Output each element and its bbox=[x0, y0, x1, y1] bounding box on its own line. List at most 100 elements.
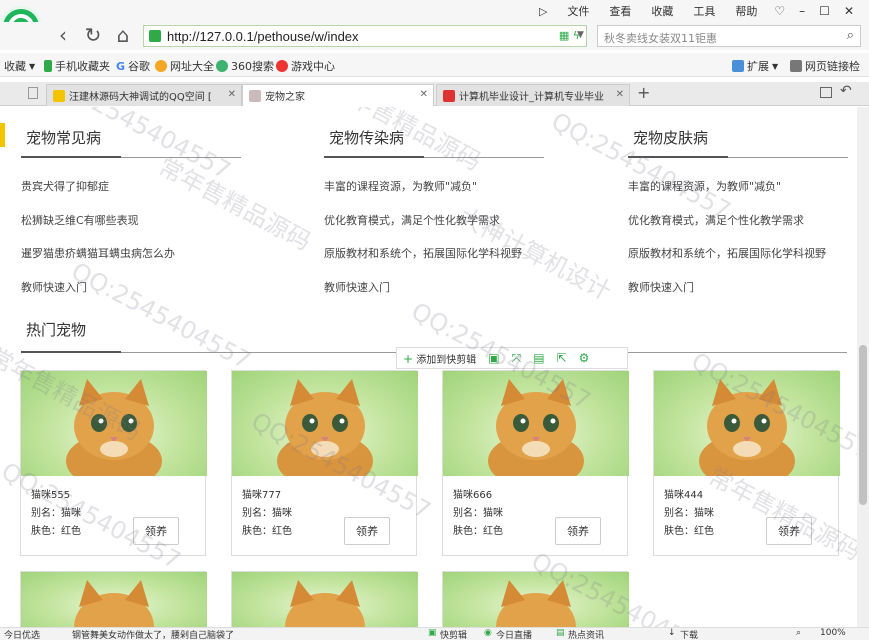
address-text: http://127.0.0.1/pethouse/w/index bbox=[167, 28, 359, 44]
pet-image bbox=[443, 572, 629, 627]
pet-info: 猫咪777 别名：猫咪 肤色：红色 bbox=[242, 487, 292, 541]
kitten-image-icon bbox=[488, 379, 584, 476]
hot-pets-title: 热门宠物 bbox=[26, 321, 87, 339]
section-common-diseases: 宠物常见病 贵宾犬得了抑郁症 松狮缺乏维C有哪些表现 暹罗猫患疥螨猫耳螨虫病怎么… bbox=[21, 107, 241, 313]
pet-card: 猫咪555 别名：猫咪 肤色：红色 领养 bbox=[20, 370, 207, 556]
list-item[interactable]: 优化教育模式，满足个性化教学需求 bbox=[324, 212, 522, 246]
search-box[interactable]: 秋冬卖线女装双11钜惠 ⌕ bbox=[597, 25, 861, 47]
search-icon bbox=[216, 60, 228, 72]
maximize-icon[interactable]: ☐ bbox=[812, 4, 837, 18]
list-item[interactable]: 暹罗猫患疥螨猫耳螨虫病怎么办 bbox=[21, 245, 175, 279]
address-bar[interactable]: http://127.0.0.1/pethouse/w/index ▦ ϟ bbox=[143, 25, 587, 47]
close-tab-icon[interactable]: ✕ bbox=[228, 89, 236, 100]
tab-label: 计算机毕业设计_计算机专业毕业 bbox=[459, 92, 604, 103]
minimize-icon[interactable]: – bbox=[792, 4, 812, 18]
list-item[interactable]: 教师快速入门 bbox=[21, 279, 175, 313]
list-item[interactable]: 优化教育模式，满足个性化教学需求 bbox=[628, 212, 826, 246]
add-to-clip-button[interactable]: + 添加到快剪辑 bbox=[403, 351, 476, 366]
back-icon[interactable]: ‹ bbox=[52, 24, 74, 46]
list-item[interactable]: 原版教材和系统个，拓展国际化学科视野 bbox=[628, 245, 826, 279]
menu-tools[interactable]: 工具 bbox=[683, 3, 725, 19]
download-icon: ↓ bbox=[668, 628, 676, 638]
bookmark-games[interactable]: 游戏中心 bbox=[276, 58, 335, 74]
bookmark-mobile[interactable]: 手机收藏夹 bbox=[44, 58, 110, 74]
menu-view[interactable]: 查看 bbox=[599, 3, 641, 19]
pet-info: 猫咪444 别名：猫咪 肤色：红色 bbox=[664, 487, 714, 541]
search-placeholder: 秋冬卖线女装双11钜惠 bbox=[604, 32, 717, 45]
restore-tabs-icon[interactable] bbox=[820, 87, 832, 98]
bookmark-google[interactable]: G 谷歌 bbox=[116, 58, 150, 74]
scrollbar-thumb[interactable] bbox=[859, 345, 867, 505]
menu-help[interactable]: 帮助 bbox=[725, 3, 767, 19]
status-live[interactable]: 今日直播 bbox=[496, 628, 532, 640]
new-tab-button[interactable]: + bbox=[637, 83, 650, 102]
tab-computer-design[interactable]: 计算机毕业设计_计算机专业毕业 ✕ bbox=[436, 84, 630, 106]
screenshot-icon[interactable]: ▣ bbox=[488, 351, 499, 365]
section-title: 宠物常见病 bbox=[26, 129, 102, 147]
tab-qq-space[interactable]: 汪建林源码大神调试的QQ空间 [ ✕ bbox=[46, 84, 242, 106]
list-item[interactable]: 丰富的课程资源，为教师"减负" bbox=[628, 178, 826, 212]
crop-icon[interactable]: ⤧ bbox=[512, 351, 522, 366]
pet-image bbox=[232, 572, 418, 627]
link-check-button[interactable]: 网页链接检 bbox=[790, 58, 860, 74]
status-daily-picks[interactable]: 今日优选 bbox=[4, 628, 40, 640]
status-news[interactable]: 钢管舞美女动作做太了，腰剁自己脑袋了 bbox=[72, 628, 234, 640]
save-icon[interactable]: ▤ bbox=[533, 351, 544, 365]
tab-pet-home[interactable]: 宠物之家 ✕ bbox=[242, 84, 434, 106]
close-icon[interactable]: ✕ bbox=[837, 4, 861, 18]
search-icon[interactable]: ⌕ bbox=[847, 28, 854, 43]
list-item[interactable]: 贵宾犬得了抑郁症 bbox=[21, 178, 175, 212]
menu-file[interactable]: 文件 bbox=[557, 3, 599, 19]
bookmark-label: 360搜索 bbox=[231, 60, 274, 73]
list-item[interactable]: 松狮缺乏维C有哪些表现 bbox=[21, 212, 175, 246]
list-item[interactable]: 教师快速入门 bbox=[628, 279, 826, 313]
adopt-button[interactable]: 领养 bbox=[133, 517, 179, 545]
pet-color: 肤色：红色 bbox=[242, 526, 292, 537]
pet-card: 猫咪777 别名：猫咪 肤色：红色 领养 bbox=[231, 370, 418, 556]
extensions-button[interactable]: 扩展 ▼ bbox=[732, 58, 778, 74]
share-icon[interactable]: ⇱ bbox=[557, 351, 567, 365]
address-dropdown-icon[interactable]: ▼ bbox=[577, 30, 584, 40]
list-item[interactable]: 教师快速入门 bbox=[324, 279, 522, 313]
menu-favorites[interactable]: 收藏 bbox=[641, 3, 683, 19]
pet-card: 猫咪444 别名：猫咪 肤色：红色 领养 bbox=[653, 370, 840, 556]
skin-icon[interactable]: ♡ bbox=[767, 4, 792, 18]
live-icon: ◉ bbox=[484, 628, 492, 638]
title-bar: ▷ 文件 查看 收藏 工具 帮助 ♡ – ☐ ✕ bbox=[0, 0, 869, 22]
adopt-button[interactable]: 领养 bbox=[344, 517, 390, 545]
close-tab-icon[interactable]: ✕ bbox=[616, 89, 624, 100]
list-item[interactable]: 原版教材和系统个，拓展国际化学科视野 bbox=[324, 245, 522, 279]
list-item[interactable]: 丰富的课程资源，为教师"减负" bbox=[324, 178, 522, 212]
star-icon bbox=[53, 89, 65, 102]
status-zoom[interactable]: 100% bbox=[820, 628, 846, 638]
bookmark-label: 网址大全 bbox=[170, 60, 214, 73]
pet-card bbox=[442, 571, 629, 627]
status-download[interactable]: 下载 bbox=[680, 628, 698, 640]
secure-icon bbox=[149, 30, 161, 42]
undo-close-icon[interactable]: ↶ bbox=[840, 83, 852, 99]
bookmark-360[interactable]: 360搜索 bbox=[216, 58, 274, 74]
pet-image bbox=[232, 371, 418, 476]
quick-clip-toolbar: + 添加到快剪辑 ▣ ⤧ ▤ ⇱ ⚙ bbox=[396, 347, 628, 369]
section-divider bbox=[628, 156, 848, 158]
kitten-image-icon bbox=[496, 580, 576, 627]
status-hot-news[interactable]: 热点资讯 bbox=[568, 628, 604, 640]
bookmark-nav[interactable]: 网址大全 bbox=[155, 58, 214, 74]
watermark: 常年售精品源码 bbox=[154, 152, 316, 256]
home-icon[interactable]: ⌂ bbox=[112, 24, 134, 46]
close-tab-icon[interactable]: ✕ bbox=[420, 89, 428, 100]
pet-color: 肤色：红色 bbox=[31, 526, 81, 537]
chevron-down-icon: ▼ bbox=[772, 61, 779, 71]
status-quick-clip[interactable]: 快剪辑 bbox=[440, 628, 467, 640]
bookmark-favorites[interactable]: 收藏 ▼ bbox=[4, 58, 35, 74]
adopt-button[interactable]: 领养 bbox=[766, 517, 812, 545]
settings-icon[interactable]: ⚙ bbox=[579, 351, 590, 365]
refresh-icon[interactable]: ↻ bbox=[82, 24, 104, 46]
adopt-button[interactable]: 领养 bbox=[555, 517, 601, 545]
pet-name: 猫咪666 bbox=[453, 490, 493, 501]
page-scrollbar[interactable] bbox=[857, 107, 869, 627]
tab-list-icon[interactable] bbox=[28, 87, 38, 99]
tab-bar: 汪建林源码大神调试的QQ空间 [ ✕ 宠物之家 ✕ 计算机毕业设计_计算机专业毕… bbox=[0, 82, 869, 106]
zoom-icon: ⌕ bbox=[796, 628, 802, 638]
sidebar-toggle-icon[interactable]: ▷ bbox=[529, 5, 557, 18]
